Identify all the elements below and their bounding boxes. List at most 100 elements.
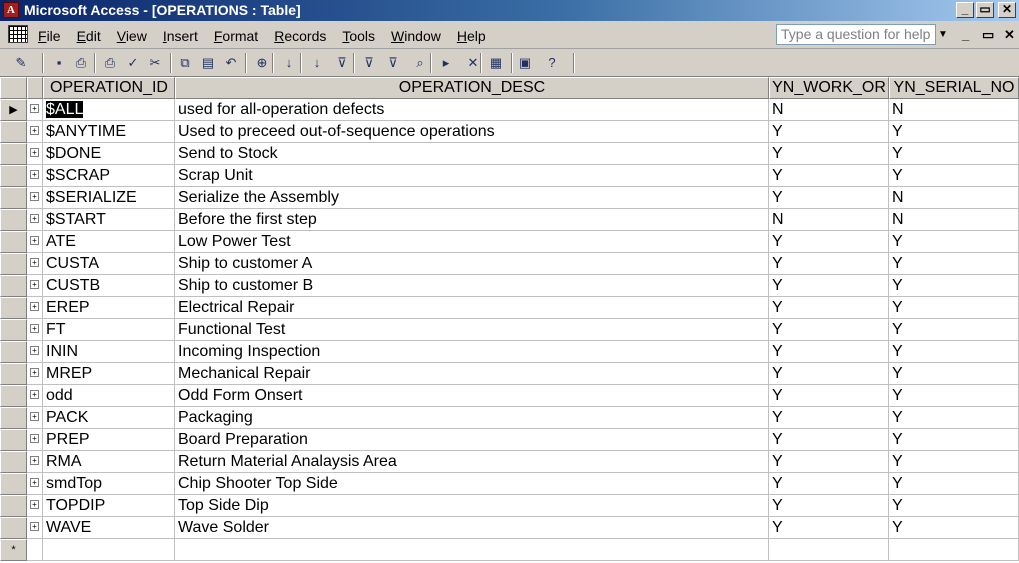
table-row[interactable]: + $START Before the first step N N xyxy=(0,209,1019,231)
cell-yn-work-or[interactable]: Y xyxy=(769,165,889,187)
cell-yn-serial-no[interactable]: Y xyxy=(889,319,1019,341)
expand-plus-icon[interactable]: + xyxy=(30,455,39,465)
cell-yn-work-or[interactable]: Y xyxy=(769,231,889,253)
cell-operation-desc[interactable]: Odd Form Onsert xyxy=(175,385,769,407)
cell-operation-id[interactable]: EREP xyxy=(43,297,175,319)
cell-operation-desc[interactable]: Low Power Test xyxy=(175,231,769,253)
column-header-operation-desc[interactable]: OPERATION_DESC xyxy=(175,77,769,99)
table-row[interactable]: + $SERIALIZE Serialize the Assembly Y N xyxy=(0,187,1019,209)
cell-yn-serial-no[interactable]: Y xyxy=(889,517,1019,539)
row-selector[interactable] xyxy=(0,495,27,517)
doc-close-button[interactable]: ✕ xyxy=(1004,27,1015,43)
cell-yn-work-or[interactable]: Y xyxy=(769,297,889,319)
cell-yn-work-or[interactable]: Y xyxy=(769,319,889,341)
menu-view[interactable]: View xyxy=(117,28,147,44)
column-header-operation-id[interactable]: OPERATION_ID xyxy=(43,77,175,99)
cell-operation-desc[interactable]: Electrical Repair xyxy=(175,297,769,319)
undo-icon[interactable]: ↶ xyxy=(222,54,240,71)
table-row[interactable]: + MREP Mechanical Repair Y Y xyxy=(0,363,1019,385)
menu-format[interactable]: Format xyxy=(214,28,258,44)
cell-yn-serial-no[interactable]: N xyxy=(889,209,1019,231)
new-record-cell[interactable] xyxy=(889,539,1019,561)
help-icon[interactable]: ? xyxy=(543,54,561,71)
cell-yn-work-or[interactable]: Y xyxy=(769,429,889,451)
cell-operation-id[interactable]: $SCRAP xyxy=(43,165,175,187)
expand-plus-icon[interactable]: + xyxy=(30,367,39,377)
cell-yn-serial-no[interactable]: Y xyxy=(889,297,1019,319)
table-row[interactable]: + RMA Return Material Analaysis Area Y Y xyxy=(0,451,1019,473)
row-selector[interactable] xyxy=(0,341,27,363)
row-selector[interactable] xyxy=(0,253,27,275)
cell-yn-work-or[interactable]: Y xyxy=(769,451,889,473)
cell-operation-desc[interactable]: Functional Test xyxy=(175,319,769,341)
new-record-cell[interactable] xyxy=(43,539,175,561)
expand-plus-icon[interactable]: + xyxy=(30,279,39,289)
cell-operation-id[interactable]: $SERIALIZE xyxy=(43,187,175,209)
cell-operation-id[interactable]: $DONE xyxy=(43,143,175,165)
cell-operation-id[interactable]: CUSTB xyxy=(43,275,175,297)
cell-operation-id[interactable]: RMA xyxy=(43,451,175,473)
table-row[interactable]: + CUSTB Ship to customer B Y Y xyxy=(0,275,1019,297)
column-header-yn-work-or[interactable]: YN_WORK_OR xyxy=(769,77,889,99)
datasheet-icon[interactable] xyxy=(8,25,28,43)
minimize-button[interactable]: _ xyxy=(956,2,974,18)
paste-icon[interactable]: ▤ xyxy=(199,54,217,71)
table-row[interactable]: + $ANYTIME Used to preceed out-of-sequence… xyxy=(0,121,1019,143)
cell-yn-work-or[interactable]: Y xyxy=(769,341,889,363)
cell-operation-desc[interactable]: Scrap Unit xyxy=(175,165,769,187)
table-row[interactable]: + EREP Electrical Repair Y Y xyxy=(0,297,1019,319)
cell-yn-serial-no[interactable]: Y xyxy=(889,495,1019,517)
select-all-corner[interactable] xyxy=(0,77,27,99)
print-preview-icon[interactable]: ⎙ xyxy=(72,54,90,71)
expand-plus-icon[interactable]: + xyxy=(30,345,39,355)
row-selector[interactable] xyxy=(0,385,27,407)
delete-record-icon[interactable]: ✕ xyxy=(464,54,482,71)
table-row[interactable]: + CUSTA Ship to customer A Y Y xyxy=(0,253,1019,275)
cell-yn-work-or[interactable]: Y xyxy=(769,473,889,495)
cell-yn-serial-no[interactable]: Y xyxy=(889,473,1019,495)
table-row[interactable]: + FT Functional Test Y Y xyxy=(0,319,1019,341)
cell-yn-serial-no[interactable]: Y xyxy=(889,407,1019,429)
cell-operation-desc[interactable]: Incoming Inspection xyxy=(175,341,769,363)
cell-operation-desc[interactable]: Send to Stock xyxy=(175,143,769,165)
row-selector[interactable]: ▶ xyxy=(0,99,27,121)
row-selector[interactable] xyxy=(0,451,27,473)
expand-plus-icon[interactable]: + xyxy=(30,213,39,223)
row-selector[interactable] xyxy=(0,297,27,319)
column-header-yn-serial-no[interactable]: YN_SERIAL_NO xyxy=(889,77,1019,99)
cell-operation-id[interactable]: ATE xyxy=(43,231,175,253)
cut-icon[interactable]: ✂ xyxy=(146,54,164,71)
cell-operation-id[interactable]: ININ xyxy=(43,341,175,363)
menu-file[interactable]: File xyxy=(38,28,61,44)
cell-yn-serial-no[interactable]: Y xyxy=(889,385,1019,407)
cell-operation-id[interactable]: $START xyxy=(43,209,175,231)
filter-by-selection-icon[interactable]: ⊽ xyxy=(333,54,351,71)
database-window-icon[interactable]: ▦ xyxy=(487,54,505,71)
close-button[interactable]: ✕ xyxy=(998,2,1016,18)
cell-yn-work-or[interactable]: Y xyxy=(769,275,889,297)
cell-operation-id[interactable]: MREP xyxy=(43,363,175,385)
row-selector[interactable] xyxy=(0,209,27,231)
copy-icon[interactable]: ⧉ xyxy=(176,54,194,71)
apply-filter-icon[interactable]: ⊽ xyxy=(384,54,402,71)
cell-operation-desc[interactable]: Return Material Analaysis Area xyxy=(175,451,769,473)
menu-window[interactable]: Window xyxy=(391,28,441,44)
cell-yn-work-or[interactable]: Y xyxy=(769,363,889,385)
cell-operation-id[interactable]: PACK xyxy=(43,407,175,429)
cell-yn-work-or[interactable]: Y xyxy=(769,253,889,275)
cell-operation-desc[interactable]: Packaging xyxy=(175,407,769,429)
expand-plus-icon[interactable]: + xyxy=(30,191,39,201)
cell-yn-serial-no[interactable]: Y xyxy=(889,429,1019,451)
table-row[interactable]: + WAVE Wave Solder Y Y xyxy=(0,517,1019,539)
expand-plus-icon[interactable]: + xyxy=(30,389,39,399)
new-object-icon[interactable]: ▣ xyxy=(516,54,534,71)
row-selector[interactable] xyxy=(0,517,27,539)
table-row[interactable]: ▶ + $ALL used for all-operation defects N N xyxy=(0,99,1019,121)
row-selector[interactable] xyxy=(0,429,27,451)
cell-operation-desc[interactable]: Top Side Dip xyxy=(175,495,769,517)
new-record-selector[interactable]: * xyxy=(0,539,27,561)
cell-yn-work-or[interactable]: Y xyxy=(769,407,889,429)
spelling-icon[interactable]: ✓ xyxy=(124,54,142,71)
restore-button[interactable]: ▭ xyxy=(976,2,994,18)
insert-hyperlink-icon[interactable]: ⊕ xyxy=(253,54,271,71)
